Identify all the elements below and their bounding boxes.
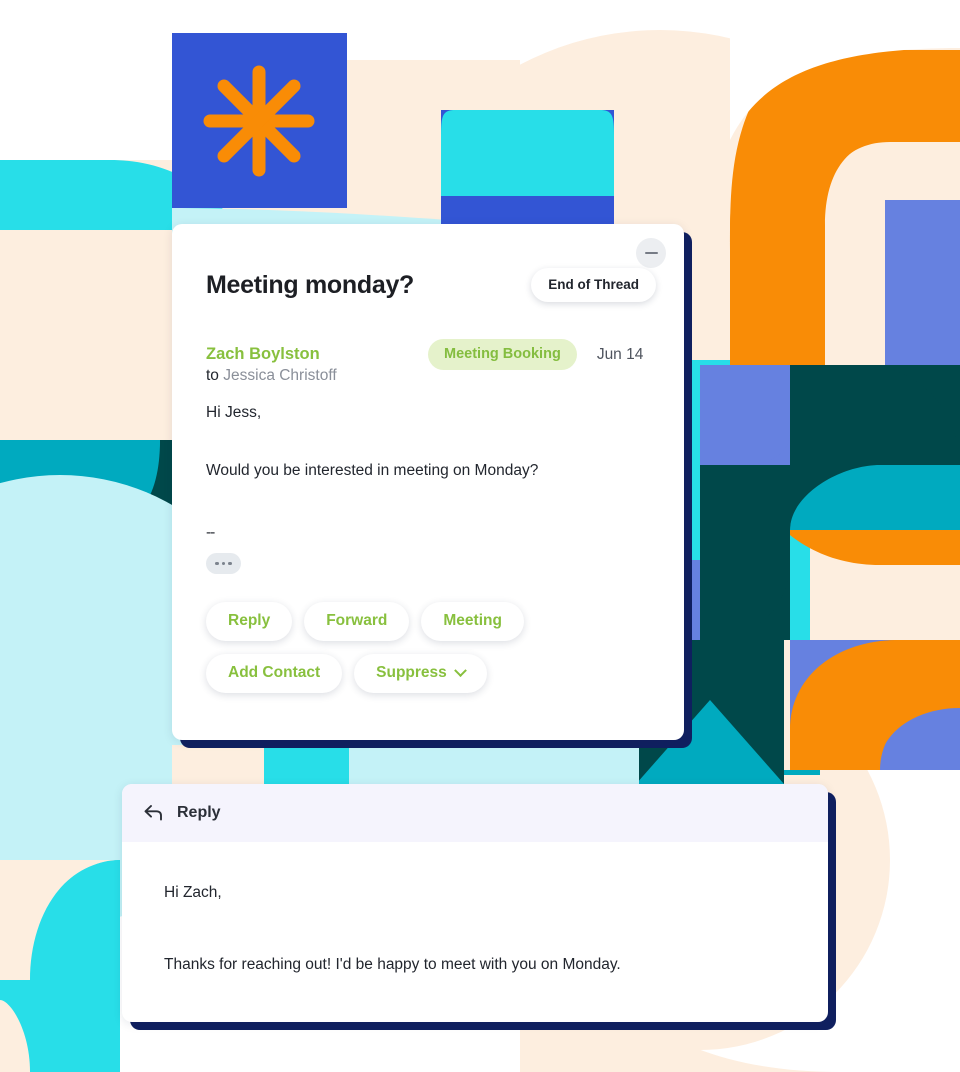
expand-quoted-text-button[interactable]	[206, 553, 241, 574]
to-prefix: to	[206, 367, 219, 384]
suppress-button[interactable]: Suppress	[354, 654, 487, 693]
reply-card-header: Reply	[122, 784, 828, 842]
reply-button[interactable]: Reply	[206, 602, 293, 641]
minimize-bar	[644, 251, 658, 255]
action-button-label: Meeting	[443, 612, 502, 629]
end-of-thread-badge[interactable]: End of Thread	[531, 268, 656, 302]
page-title: Meeting monday?	[206, 270, 415, 299]
reply-card-title: Reply	[177, 804, 221, 821]
reply-body-line-1: Hi Zach,	[164, 884, 222, 901]
ellipsis-dot-icon	[215, 561, 219, 566]
reply-arrow-icon	[144, 805, 162, 821]
body-question: Would you be interested in meeting on Mo…	[206, 462, 539, 479]
recipient-name: Jessica Christoff	[223, 367, 337, 384]
screenshot-root: Meeting monday? End of Thread Zach Boyls…	[0, 0, 960, 1072]
email-thread-card: Meeting monday? End of Thread Zach Boyls…	[172, 224, 684, 740]
reply-body-line-2: Thanks for reaching out! I'd be happy to…	[164, 956, 621, 973]
reply-card-body[interactable]: Hi Zach, Thanks for reaching out! I'd be…	[122, 842, 828, 974]
action-button-label: Add Contact	[228, 664, 321, 681]
message-meta-row: Zach Boylston Meeting Booking Jun 14	[206, 339, 656, 370]
body-greeting: Hi Jess,	[206, 404, 262, 421]
ellipsis-dot-icon	[221, 561, 226, 566]
chevron-down-icon	[453, 663, 467, 677]
action-button-label: Forward	[326, 612, 388, 629]
sender-name: Zach Boylston	[206, 345, 320, 363]
action-button-label: Reply	[228, 612, 271, 629]
ellipsis-dot-icon	[228, 561, 232, 566]
body-signature-dash: --	[206, 524, 215, 541]
add-contact-button[interactable]: Add Contact	[206, 654, 343, 693]
action-button-label: Suppress	[376, 664, 447, 681]
status-badge[interactable]: Meeting Booking	[428, 339, 577, 370]
minimize-icon[interactable]	[636, 238, 666, 268]
reply-composer-card: Reply Hi Zach, Thanks for reaching out! …	[122, 784, 828, 1022]
action-buttons-row-1: Reply Forward Meeting	[206, 602, 524, 641]
message-date: Jun 14	[596, 345, 644, 363]
forward-button[interactable]: Forward	[304, 602, 410, 641]
meeting-button[interactable]: Meeting	[421, 602, 524, 641]
action-buttons-row-2: Add Contact Suppress	[206, 654, 487, 693]
recipient-line: to Jessica Christoff	[206, 367, 337, 385]
thread-header: Meeting monday? End of Thread	[206, 268, 656, 302]
